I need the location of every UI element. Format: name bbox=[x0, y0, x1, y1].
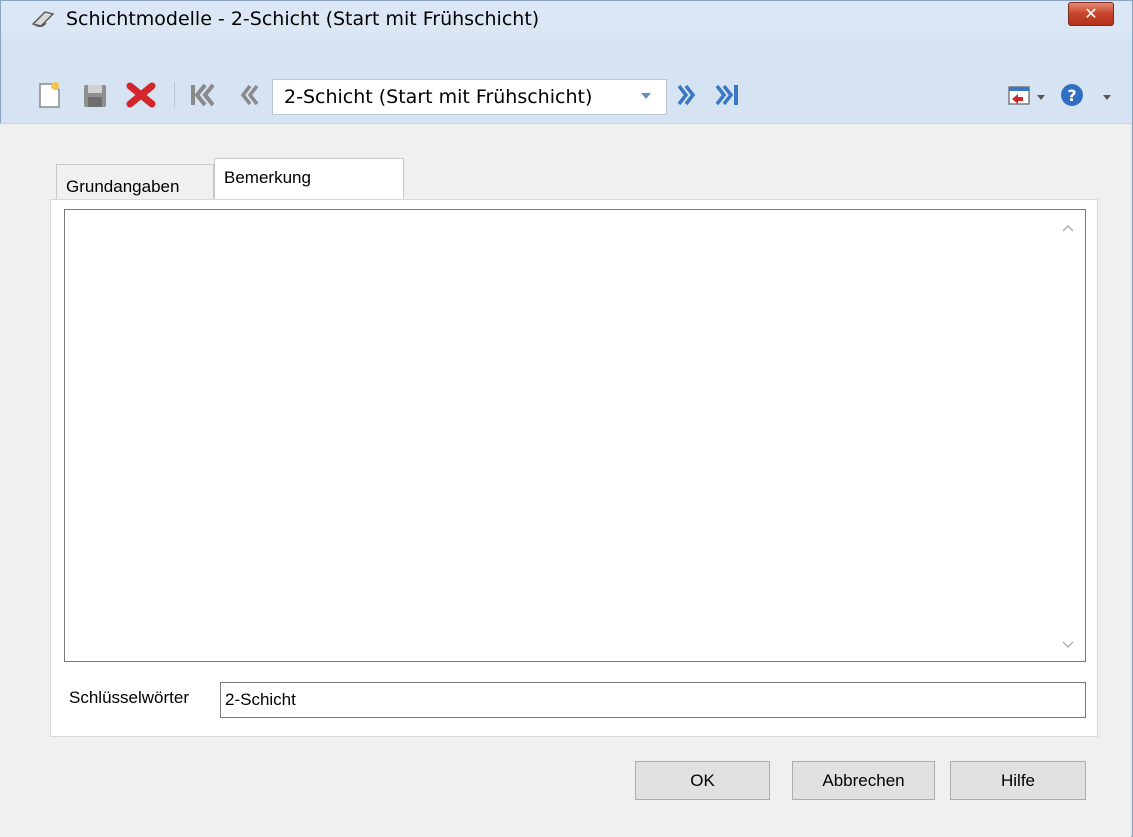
help-button[interactable]: Hilfe bbox=[950, 761, 1086, 800]
exit-icon[interactable] bbox=[1006, 80, 1032, 110]
chevron-down-icon[interactable] bbox=[1103, 95, 1111, 100]
first-record-icon[interactable] bbox=[188, 80, 214, 110]
ok-button[interactable]: OK bbox=[635, 761, 770, 800]
close-button[interactable]: ✕ bbox=[1068, 2, 1114, 26]
close-icon: ✕ bbox=[1084, 4, 1098, 23]
toolbar-separator bbox=[174, 82, 175, 108]
tab-label: Bemerkung bbox=[224, 168, 311, 187]
chevron-down-icon[interactable] bbox=[641, 93, 651, 99]
keywords-input[interactable] bbox=[220, 682, 1086, 718]
last-record-icon[interactable] bbox=[714, 80, 742, 110]
record-select[interactable]: 2-Schicht (Start mit Frühschicht) bbox=[272, 79, 667, 115]
delete-icon[interactable] bbox=[125, 80, 157, 110]
previous-record-icon[interactable] bbox=[238, 80, 260, 110]
cancel-button[interactable]: Abbrechen bbox=[792, 761, 935, 800]
new-document-icon[interactable] bbox=[36, 80, 62, 110]
tab-bemerkung[interactable]: Bemerkung bbox=[214, 158, 404, 200]
remark-textarea[interactable] bbox=[64, 209, 1086, 662]
scroll-down-icon[interactable] bbox=[1051, 627, 1085, 661]
tab-grundangaben[interactable]: Grundangaben bbox=[56, 164, 214, 200]
scroll-up-icon[interactable] bbox=[1051, 210, 1085, 244]
window-title: Schichtmodelle - 2-Schicht (Start mit Fr… bbox=[66, 8, 540, 30]
keywords-label: Schlüsselwörter bbox=[69, 688, 189, 707]
vertical-scrollbar[interactable] bbox=[1051, 210, 1085, 661]
save-icon[interactable] bbox=[82, 80, 108, 110]
chevron-down-icon[interactable] bbox=[1037, 95, 1045, 100]
tab-label: Grundangaben bbox=[66, 177, 180, 196]
next-record-icon[interactable] bbox=[675, 80, 697, 110]
record-select-value: 2-Schicht (Start mit Frühschicht) bbox=[284, 86, 593, 108]
help-icon[interactable]: ? bbox=[1059, 80, 1085, 110]
shift-model-icon bbox=[31, 11, 55, 28]
svg-text:?: ? bbox=[1067, 86, 1076, 105]
